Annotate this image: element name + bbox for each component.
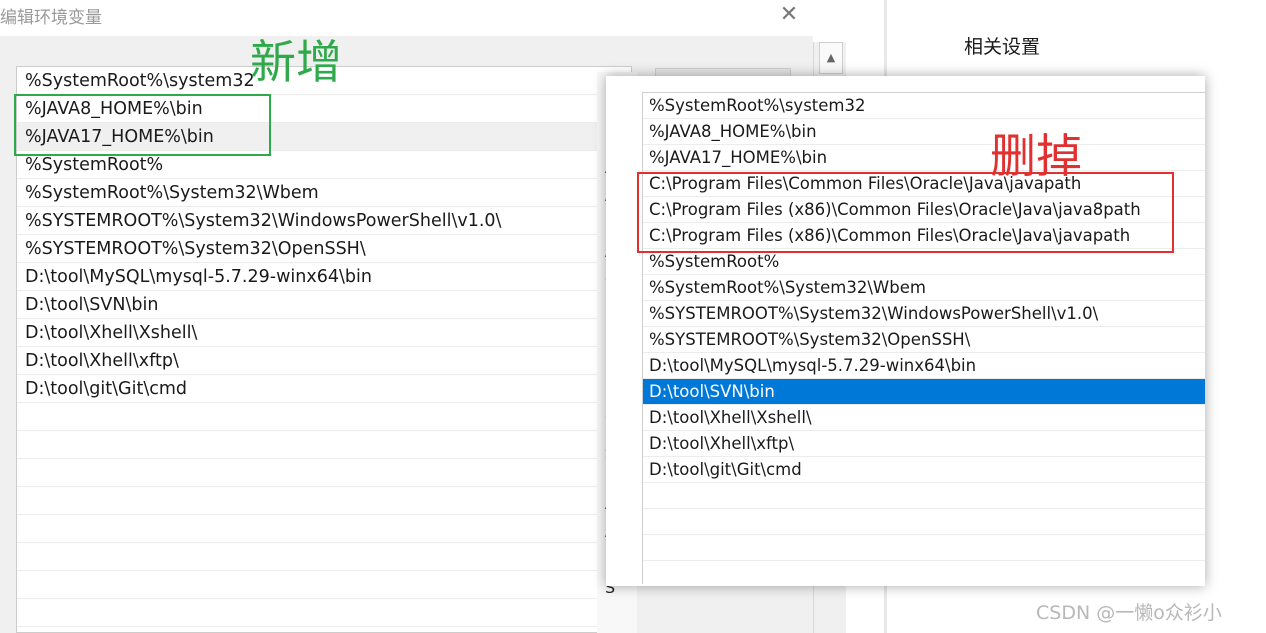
list-item[interactable]: D:\tool\Xhell\xftp\: [643, 431, 1205, 457]
list-item[interactable]: D:\tool\git\Git\cmd: [17, 375, 631, 403]
env-path-list-front[interactable]: %SystemRoot%\system32 %JAVA8_HOME%\bin %JA…: [642, 92, 1205, 584]
list-item[interactable]: %JAVA17_HOME%\bin: [643, 145, 1205, 171]
list-item[interactable]: %SystemRoot%\System32\Wbem: [17, 179, 631, 207]
list-item[interactable]: D:\tool\git\Git\cmd: [643, 457, 1205, 483]
list-item[interactable]: [17, 431, 631, 459]
list-item[interactable]: [17, 487, 631, 515]
scroll-up-arrow-icon[interactable]: ▲: [819, 42, 843, 74]
list-item[interactable]: %SYSTEMROOT%\System32\OpenSSH\: [17, 235, 631, 263]
delete-annotation-label: 删掉: [990, 129, 1082, 183]
list-item[interactable]: %SystemRoot%\System32\Wbem: [643, 275, 1205, 301]
list-item[interactable]: [17, 571, 631, 599]
list-item[interactable]: %SYSTEMROOT%\System32\WindowsPowerShell\…: [643, 301, 1205, 327]
dialog-title: 编辑环境变量: [0, 8, 102, 28]
list-item[interactable]: D:\tool\Xhell\Xshell\: [17, 319, 631, 347]
added-annotation-label: 新增: [250, 35, 342, 89]
list-item[interactable]: [643, 561, 1205, 584]
list-item-selected[interactable]: D:\tool\SVN\bin: [643, 379, 1205, 405]
dialog-titlebar: 编辑环境变量 ✕: [0, 0, 813, 36]
list-item[interactable]: [17, 403, 631, 431]
edit-env-dialog-front: %SystemRoot%\system32 %JAVA8_HOME%\bin %JA…: [606, 76, 1205, 586]
list-item[interactable]: %SystemRoot%\system32: [643, 93, 1205, 119]
list-item[interactable]: D:\tool\Xhell\Xshell\: [643, 405, 1205, 431]
list-item[interactable]: [643, 509, 1205, 535]
list-item[interactable]: %JAVA8_HOME%\bin: [643, 119, 1205, 145]
list-item[interactable]: %SYSTEMROOT%\System32\WindowsPowerShell\…: [17, 207, 631, 235]
list-item[interactable]: [17, 543, 631, 571]
list-item[interactable]: [643, 483, 1205, 509]
list-item[interactable]: D:\tool\Xhell\xftp\: [17, 347, 631, 375]
delete-entries-highlight-box: [637, 172, 1174, 253]
added-entries-highlight-box: [14, 94, 271, 156]
list-item[interactable]: [17, 599, 631, 627]
list-item[interactable]: D:\tool\SVN\bin: [17, 291, 631, 319]
related-settings-heading: 相关设置: [964, 36, 1041, 58]
watermark: CSDN @一懒o众衫小: [1036, 602, 1222, 624]
list-item[interactable]: [17, 515, 631, 543]
list-item[interactable]: %SYSTEMROOT%\System32\OpenSSH\: [643, 327, 1205, 353]
list-item[interactable]: [643, 535, 1205, 561]
list-item[interactable]: [17, 459, 631, 487]
screenshot-stage: 编辑环境变量 ✕ %SystemRoot%\system32 %JAVA8_HOM…: [0, 0, 1266, 633]
list-item[interactable]: D:\tool\MySQL\mysql-5.7.29-winx64\bin: [643, 353, 1205, 379]
list-item[interactable]: D:\tool\MySQL\mysql-5.7.29-winx64\bin: [17, 263, 631, 291]
close-icon[interactable]: ✕: [776, 2, 802, 28]
